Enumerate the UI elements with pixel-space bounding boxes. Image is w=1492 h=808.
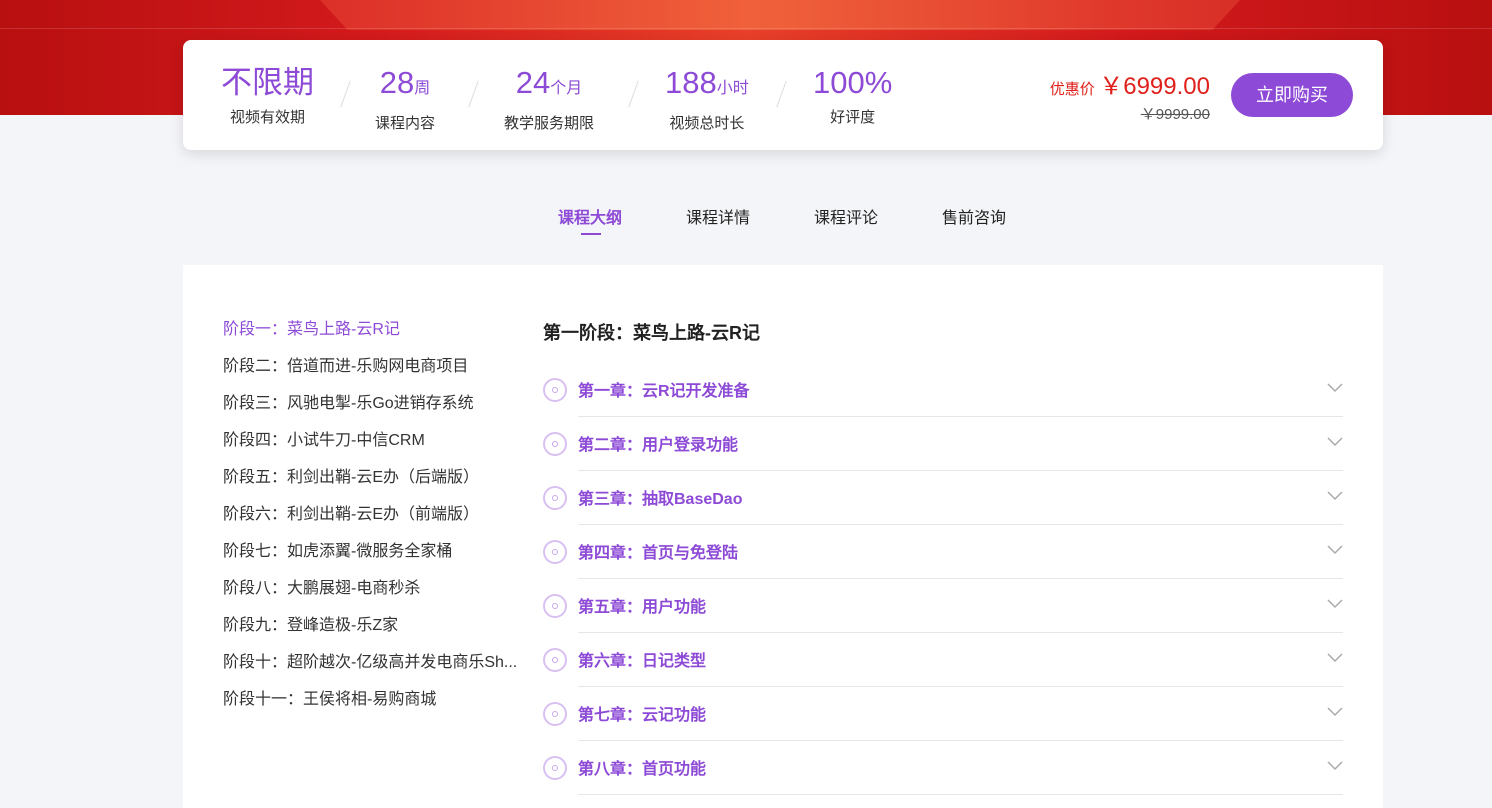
stat-label: 视频总时长	[669, 115, 745, 132]
discount-price: ￥6999.00	[1099, 73, 1210, 100]
stat-value: 28	[379, 65, 415, 100]
price-box: 优惠价 ￥6999.00 ￥9999.00	[1050, 66, 1210, 124]
stat-divider	[628, 80, 639, 108]
chevron-down-icon	[1327, 383, 1343, 393]
tab-details[interactable]: 课程详情	[686, 204, 750, 228]
stat-label: 视频有效期	[229, 109, 305, 126]
stage-item[interactable]: 阶段十：超阶越次-亿级高并发电商乐Sh...	[223, 648, 519, 685]
chapter-row[interactable]: 第六章：日记类型	[543, 633, 1343, 687]
chapter-title: 第四章：首页与免登陆	[578, 545, 739, 562]
stat-divider	[340, 80, 351, 108]
chapter-circle-icon	[543, 540, 567, 564]
chevron-down-icon	[1327, 437, 1343, 447]
stage-item[interactable]: 阶段六：利剑出鞘-云E办（前端版）	[223, 500, 519, 537]
stat-label: 课程内容	[375, 115, 436, 132]
divider	[578, 794, 1343, 795]
stat-video-duration: 188小时 视频总时长	[665, 64, 749, 133]
tab-syllabus[interactable]: 课程大纲	[558, 204, 622, 228]
buy-now-button[interactable]: 立即购买	[1231, 73, 1353, 117]
chapter-title: 第五章：用户功能	[578, 599, 707, 616]
stat-label: 好评度	[830, 109, 876, 126]
stat-rating: 100% 好评度	[813, 64, 892, 127]
stage-item[interactable]: 阶段一：菜鸟上路-云R记	[223, 315, 519, 352]
chapter-circle-icon	[543, 378, 567, 402]
chapter-row[interactable]: 第二章：用户登录功能	[543, 417, 1343, 471]
tab-reviews[interactable]: 课程评论	[814, 204, 878, 228]
syllabus-panel: 阶段一：菜鸟上路-云R记 阶段二：倍道而进-乐购网电商项目 阶段三：风驰电掣-乐…	[183, 265, 1383, 808]
chevron-down-icon	[1327, 761, 1343, 771]
original-price: ￥9999.00	[1140, 106, 1210, 123]
chevron-down-icon	[1327, 653, 1343, 663]
stat-validity: 不限期 视频有效期	[221, 64, 314, 127]
active-tab-indicator	[581, 233, 601, 235]
stat-value: 100%	[813, 65, 893, 100]
tab-presales[interactable]: 售前咨询	[942, 204, 1006, 228]
chapter-row[interactable]: 第四章：首页与免登陆	[543, 525, 1343, 579]
stage-item[interactable]: 阶段十一：王侯将相-易购商城	[223, 685, 519, 722]
chapter-circle-icon	[543, 486, 567, 510]
stat-divider	[468, 80, 479, 108]
chapter-title: 第二章：用户登录功能	[578, 437, 739, 454]
stage-item[interactable]: 阶段八：大鹏展翅-电商秒杀	[223, 574, 519, 611]
chapter-title: 第七章：云记功能	[578, 707, 707, 724]
chapter-row[interactable]: 第八章：首页功能	[543, 741, 1343, 795]
chapter-row[interactable]: 第七章：云记功能	[543, 687, 1343, 741]
stat-course-weeks: 28周 课程内容	[375, 64, 435, 133]
chapter-list: 第一章：云R记开发准备 第二章：用户登录功能 第三章：抽取BaseDao 第四章…	[543, 363, 1343, 795]
stage-item[interactable]: 阶段七：如虎添翼-微服务全家桶	[223, 537, 519, 574]
stage-item[interactable]: 阶段五：利剑出鞘-云E办（后端版）	[223, 463, 519, 500]
chapter-row[interactable]: 第三章：抽取BaseDao	[543, 471, 1343, 525]
stat-divider	[776, 80, 787, 108]
chapter-circle-icon	[543, 594, 567, 618]
stage-item[interactable]: 阶段四：小试牛刀-中信CRM	[223, 426, 519, 463]
chapter-title: 第一章：云R记开发准备	[578, 383, 750, 400]
hero-decoration	[320, 0, 1240, 30]
chevron-down-icon	[1327, 707, 1343, 717]
stage-item[interactable]: 阶段三：风驰电掣-乐Go进销存系统	[223, 389, 519, 426]
chevron-down-icon	[1327, 491, 1343, 501]
stat-value: 不限期	[221, 65, 314, 100]
stat-unit: 小时	[716, 80, 749, 97]
stat-unit: 周	[414, 80, 431, 97]
chapter-circle-icon	[543, 756, 567, 780]
course-stats-card: 不限期 视频有效期 28周 课程内容 24个月 教学服务期限 188小时 视频总…	[183, 40, 1383, 150]
chapter-row[interactable]: 第一章：云R记开发准备	[543, 363, 1343, 417]
chapter-circle-icon	[543, 432, 567, 456]
stage-item[interactable]: 阶段二：倍道而进-乐购网电商项目	[223, 352, 519, 389]
chapter-circle-icon	[543, 648, 567, 672]
discount-label: 优惠价	[1049, 81, 1095, 98]
stage-list: 阶段一：菜鸟上路-云R记 阶段二：倍道而进-乐购网电商项目 阶段三：风驰电掣-乐…	[223, 315, 523, 722]
stat-value: 24	[515, 65, 551, 100]
chapter-circle-icon	[543, 702, 567, 726]
chapter-row[interactable]: 第五章：用户功能	[543, 579, 1343, 633]
chapter-title: 第六章：日记类型	[578, 653, 707, 670]
course-tabs: 课程大纲 课程详情 课程评论 售前咨询	[0, 204, 1492, 244]
stat-value: 188	[665, 65, 717, 100]
chevron-down-icon	[1327, 545, 1343, 555]
stage-title: 第一阶段：菜鸟上路-云R记	[543, 323, 760, 343]
hero-stripe	[0, 28, 1492, 29]
stat-label: 教学服务期限	[504, 115, 595, 132]
stat-unit: 个月	[550, 80, 583, 97]
chapter-title: 第三章：抽取BaseDao	[578, 491, 743, 508]
stat-service-period: 24个月 教学服务期限	[504, 64, 594, 133]
chevron-down-icon	[1327, 599, 1343, 609]
chapter-title: 第八章：首页功能	[578, 761, 707, 778]
stage-item[interactable]: 阶段九：登峰造极-乐Z家	[223, 611, 519, 648]
